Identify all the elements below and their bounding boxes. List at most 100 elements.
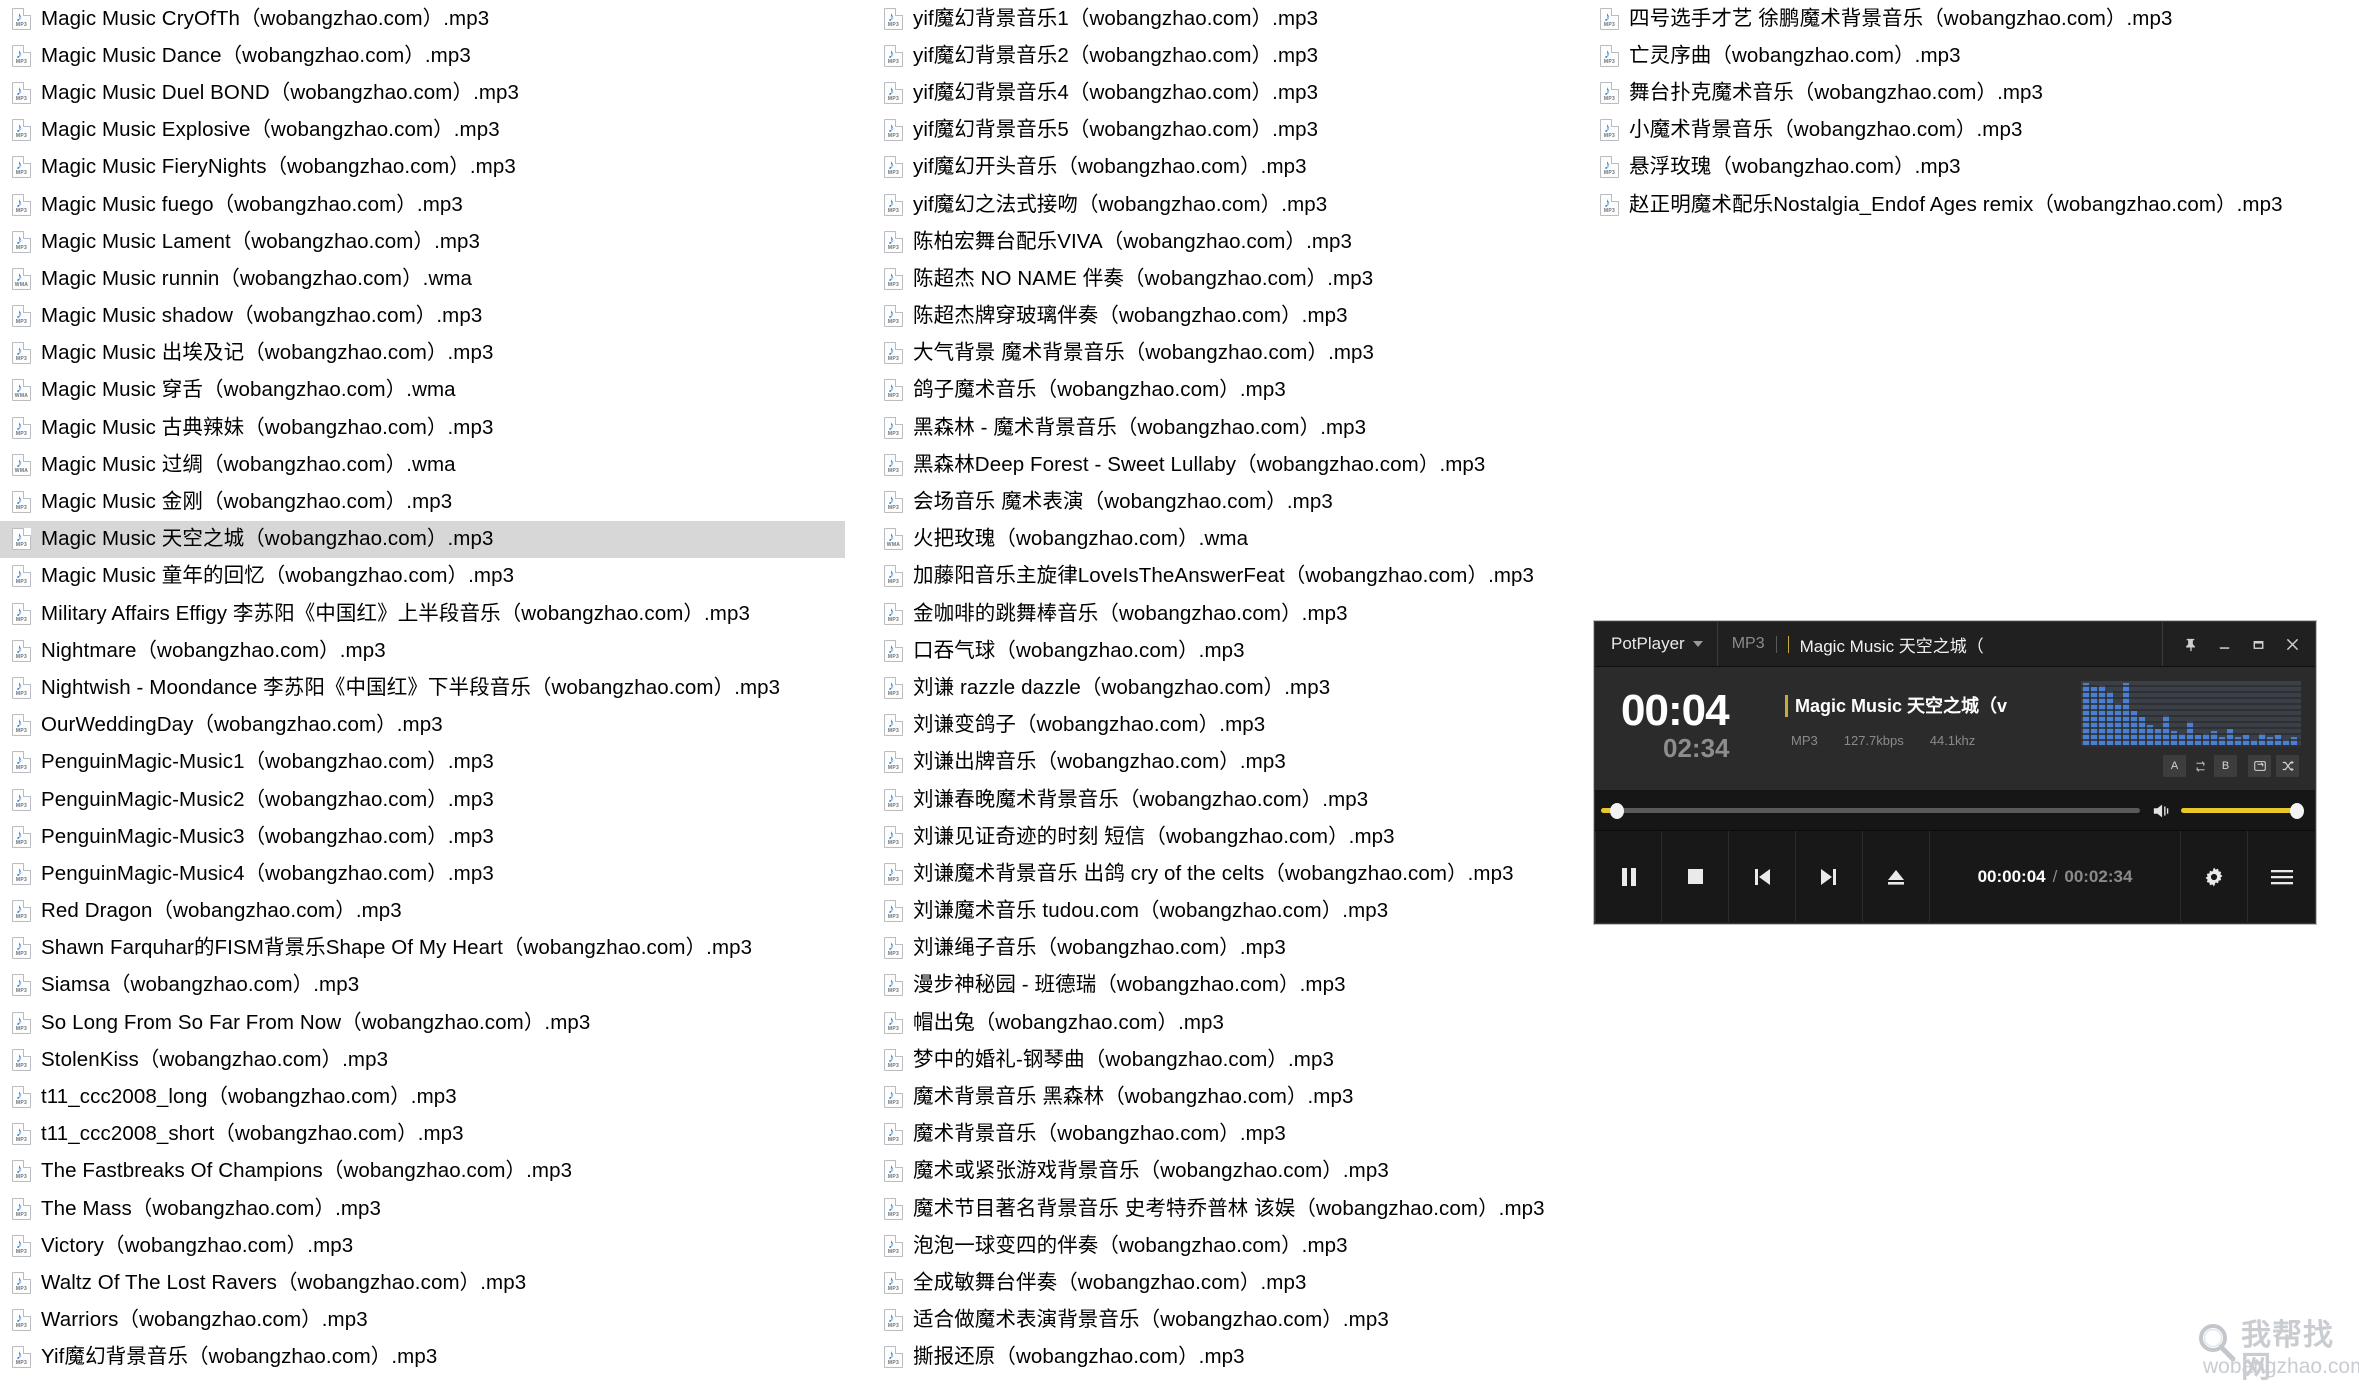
maximize-icon[interactable] [2241, 622, 2275, 666]
file-list-item[interactable]: ♪ MP3 StolenKiss（wobangzhao.com）.mp3 [0, 1041, 860, 1078]
file-list-item[interactable]: ♪ MP3 t11_ccc2008_short（wobangzhao.com）.mp… [0, 1116, 860, 1153]
file-list-item[interactable]: ♪ MP3 Magic Music Duel BOND（wobangzhao.com… [0, 74, 860, 111]
file-list-item[interactable]: ♪ MP3 鸽子魔术音乐（wobangzhao.com）.mp3 [872, 372, 1572, 409]
file-list-item[interactable]: ♪ MP3 Yif魔幻背景音乐（wobangzhao.com）.mp3 [0, 1339, 860, 1376]
close-icon[interactable] [2275, 622, 2309, 666]
file-list-item[interactable]: ♪ MP3 Magic Music CryOfTh（wobangzhao.com）.… [0, 0, 860, 37]
file-list-item[interactable]: ♪ WMA Magic Music 穿舌（wobangzhao.com）.wma [0, 372, 860, 409]
file-list-item[interactable]: ♪ MP3 Magic Music Dance（wobangzhao.com）.mp… [0, 37, 860, 74]
file-list-item[interactable]: ♪ MP3 刘谦 razzle dazzle（wobangzhao.com）.mp3 [872, 669, 1572, 706]
potplayer-window-controls[interactable] [2163, 622, 2315, 666]
file-list-item[interactable]: ♪ MP3 魔术或紧张游戏背景音乐（wobangzhao.com）.mp3 [872, 1153, 1572, 1190]
file-list-item[interactable]: ♪ MP3 Military Affairs Effigy 李苏阳《中国红》上半段音… [0, 595, 860, 632]
file-list-item[interactable]: ♪ MP3 yif魔幻背景音乐5（wobangzhao.com）.mp3 [872, 112, 1572, 149]
volume-slider[interactable] [2181, 802, 2304, 819]
stop-icon[interactable] [1662, 831, 1729, 922]
file-list-item[interactable]: ♪ WMA Magic Music runnin（wobangzhao.com）.w… [0, 260, 860, 297]
seek-slider[interactable] [1601, 802, 2140, 819]
file-list-item[interactable]: ♪ MP3 Nightmare（wobangzhao.com）.mp3 [0, 632, 860, 669]
potplayer-brand-menu[interactable]: PotPlayer [1595, 622, 1718, 666]
pause-icon[interactable] [1595, 831, 1662, 922]
file-list-item[interactable]: ♪ MP3 PenguinMagic-Music4（wobangzhao.com）.… [0, 855, 860, 892]
file-list-item[interactable]: ♪ MP3 OurWeddingDay（wobangzhao.com）.mp3 [0, 707, 860, 744]
file-list-item[interactable]: ♪ MP3 撕报还原（wobangzhao.com）.mp3 [872, 1339, 1572, 1376]
seek-slider-handle[interactable] [1610, 802, 1624, 819]
file-list-item[interactable]: ♪ MP3 陈超杰牌穿玻璃伴奏（wobangzhao.com）.mp3 [872, 298, 1572, 335]
eject-icon[interactable] [1863, 831, 1930, 922]
ab-loop-icon[interactable] [2191, 755, 2209, 777]
file-list-item[interactable]: ♪ MP3 Magic Music 古典辣妹（wobangzhao.com）.mp3 [0, 409, 860, 446]
file-list-item[interactable]: ♪ MP3 Waltz Of The Lost Ravers（wobangzhao.… [0, 1264, 860, 1301]
file-list-item[interactable]: ♪ MP3 Magic Music Lament（wobangzhao.com）.m… [0, 223, 860, 260]
pin-icon[interactable] [2173, 622, 2207, 666]
file-list-item[interactable]: ♪ MP3 会场音乐 魔术表演（wobangzhao.com）.mp3 [872, 483, 1572, 520]
file-list-item[interactable]: ♪ MP3 刘谦绳子音乐（wobangzhao.com）.mp3 [872, 930, 1572, 967]
file-list-item[interactable]: ♪ MP3 陈超杰 NO NAME 伴奏（wobangzhao.com）.mp3 [872, 260, 1572, 297]
chevron-down-icon[interactable] [1692, 641, 1703, 647]
file-list-item[interactable]: ♪ MP3 魔术背景音乐 黑森林（wobangzhao.com）.mp3 [872, 1078, 1572, 1115]
file-list-item[interactable]: ♪ MP3 Shawn Farquhar的FISM背景乐Shape Of My He… [0, 930, 860, 967]
file-list-item[interactable]: ♪ MP3 yif魔幻开头音乐（wobangzhao.com）.mp3 [872, 149, 1572, 186]
file-list-item[interactable]: ♪ MP3 刘谦魔术音乐 tudou.com（wobangzhao.com）.mp3 [872, 893, 1572, 930]
potplayer-titlebar[interactable]: PotPlayer MP3 Magic Music 天空之城（ [1595, 622, 2315, 667]
potplayer-seek-row[interactable] [1595, 791, 2315, 831]
file-list-item[interactable]: ♪ MP3 Magic Music fuego（wobangzhao.com）.mp… [0, 186, 860, 223]
file-list-item[interactable]: ♪ MP3 Magic Music FieryNights（wobangzhao.c… [0, 149, 860, 186]
file-list-item[interactable]: ♪ MP3 Magic Music 金刚（wobangzhao.com）.mp3 [0, 483, 860, 520]
file-list-item[interactable]: ♪ MP3 大气背景 魔术背景音乐（wobangzhao.com）.mp3 [872, 335, 1572, 372]
file-list-item[interactable]: ♪ MP3 The Fastbreaks Of Champions（wobangzh… [0, 1153, 860, 1190]
file-list-item[interactable]: ♪ MP3 亡灵序曲（wobangzhao.com）.mp3 [1588, 37, 2359, 74]
file-list-item[interactable]: ♪ MP3 Nightwish - Moondance 李苏阳《中国红》下半段音乐（… [0, 669, 860, 706]
file-list-item[interactable]: ♪ MP3 口吞气球（wobangzhao.com）.mp3 [872, 632, 1572, 669]
file-list-item[interactable]: ♪ MP3 舞台扑克魔术音乐（wobangzhao.com）.mp3 [1588, 74, 2359, 111]
previous-icon[interactable] [1729, 831, 1796, 922]
file-list-item[interactable]: ♪ WMA Magic Music 过绸（wobangzhao.com）.wma [0, 446, 860, 483]
file-list-item[interactable]: ♪ MP3 金咖啡的跳舞棒音乐（wobangzhao.com）.mp3 [872, 595, 1572, 632]
file-list-item[interactable]: ♪ MP3 PenguinMagic-Music1（wobangzhao.com）.… [0, 744, 860, 781]
file-list-item[interactable]: ♪ MP3 黑森林Deep Forest - Sweet Lullaby（woban… [872, 446, 1572, 483]
minimize-icon[interactable] [2207, 622, 2241, 666]
file-list-item[interactable]: ♪ MP3 yif魔幻之法式接吻（wobangzhao.com）.mp3 [872, 186, 1572, 223]
file-list-item[interactable]: ♪ MP3 黑森林 - 魔术背景音乐（wobangzhao.com）.mp3 [872, 409, 1572, 446]
file-list-item[interactable]: ♪ MP3 陈柏宏舞台配乐VIVA（wobangzhao.com）.mp3 [872, 223, 1572, 260]
file-list-item[interactable]: ♪ MP3 t11_ccc2008_long（wobangzhao.com）.mp3 [0, 1078, 860, 1115]
file-list-item[interactable]: ♪ MP3 刘谦魔术背景音乐 出鸽 cry of the celts（wobangz… [872, 855, 1572, 892]
file-list-item[interactable]: ♪ MP3 yif魔幻背景音乐2（wobangzhao.com）.mp3 [872, 37, 1572, 74]
file-list-item[interactable]: ♪ MP3 赵正明魔术配乐Nostalgia_Endof Ages remix（wo… [1588, 186, 2359, 223]
file-list-item[interactable]: ♪ MP3 四号选手才艺 徐鹏魔术背景音乐（wobangzhao.com）.mp3 [1588, 0, 2359, 37]
volume-icon[interactable] [2152, 802, 2174, 820]
file-list-item[interactable]: ♪ MP3 Red Dragon（wobangzhao.com）.mp3 [0, 893, 860, 930]
file-list-item[interactable]: ♪ MP3 So Long From So Far From Now（wobangz… [0, 1004, 860, 1041]
file-list-item[interactable]: ♪ MP3 刘谦出牌音乐（wobangzhao.com）.mp3 [872, 744, 1572, 781]
file-list-item[interactable]: ♪ MP3 Magic Music 童年的回忆（wobangzhao.com）.mp… [0, 558, 860, 595]
file-list-item[interactable]: ♪ WMA 火把玫瑰（wobangzhao.com）.wma [872, 521, 1572, 558]
file-list-item[interactable]: ♪ MP3 加藤阳音乐主旋律LoveIsTheAnswerFeat（wobangzh… [872, 558, 1572, 595]
ab-loop-a-button[interactable]: A [2163, 755, 2186, 777]
file-list-item-selected[interactable]: ♪ MP3 Magic Music 天空之城（wobangzhao.com）.mp3 [0, 520, 845, 558]
gear-icon[interactable] [2181, 831, 2248, 922]
file-list-item[interactable]: ♪ MP3 刘谦变鸽子（wobangzhao.com）.mp3 [872, 707, 1572, 744]
file-list-item[interactable]: ♪ MP3 The Mass（wobangzhao.com）.mp3 [0, 1190, 860, 1227]
file-list-item[interactable]: ♪ MP3 Magic Music Explosive（wobangzhao.com… [0, 112, 860, 149]
ab-loop-b-button[interactable]: B [2214, 755, 2237, 777]
file-list-item[interactable]: ♪ MP3 小魔术背景音乐（wobangzhao.com）.mp3 [1588, 112, 2359, 149]
file-list-item[interactable]: ♪ MP3 悬浮玫瑰（wobangzhao.com）.mp3 [1588, 149, 2359, 186]
volume-slider-handle[interactable] [2290, 802, 2304, 819]
file-list-item[interactable]: ♪ MP3 Victory（wobangzhao.com）.mp3 [0, 1227, 860, 1264]
file-list-item[interactable]: ♪ MP3 刘谦春晚魔术背景音乐（wobangzhao.com）.mp3 [872, 781, 1572, 818]
file-list-item[interactable]: ♪ MP3 适合做魔术表演背景音乐（wobangzhao.com）.mp3 [872, 1302, 1572, 1339]
file-list-item[interactable]: ♪ MP3 Magic Music shadow（wobangzhao.com）.m… [0, 298, 860, 335]
file-list-item[interactable]: ♪ MP3 梦中的婚礼-钢琴曲（wobangzhao.com）.mp3 [872, 1041, 1572, 1078]
file-list-item[interactable]: ♪ MP3 PenguinMagic-Music2（wobangzhao.com）.… [0, 781, 860, 818]
file-list-item[interactable]: ♪ MP3 全成敏舞台伴奏（wobangzhao.com）.mp3 [872, 1264, 1572, 1301]
file-list-item[interactable]: ♪ MP3 帽出兔（wobangzhao.com）.mp3 [872, 1004, 1572, 1041]
file-list-item[interactable]: ♪ MP3 yif魔幻背景音乐1（wobangzhao.com）.mp3 [872, 0, 1572, 37]
file-list-item[interactable]: ♪ MP3 刘谦见证奇迹的时刻 短信（wobangzhao.com）.mp3 [872, 818, 1572, 855]
potplayer-ab-repeat-controls[interactable]: A B [2163, 755, 2299, 777]
shuffle-icon[interactable] [2276, 755, 2299, 777]
file-list-item[interactable]: ♪ MP3 漫步神秘园 - 班德瑞（wobangzhao.com）.mp3 [872, 967, 1572, 1004]
repeat-icon[interactable] [2248, 755, 2271, 777]
file-list-item[interactable]: ♪ MP3 魔术节目著名背景音乐 史考特乔普林 该娱（wobangzhao.com）… [872, 1190, 1572, 1227]
file-list-item[interactable]: ♪ MP3 泡泡一球变四的伴奏（wobangzhao.com）.mp3 [872, 1227, 1572, 1264]
file-list-item[interactable]: ♪ MP3 PenguinMagic-Music3（wobangzhao.com）.… [0, 818, 860, 855]
